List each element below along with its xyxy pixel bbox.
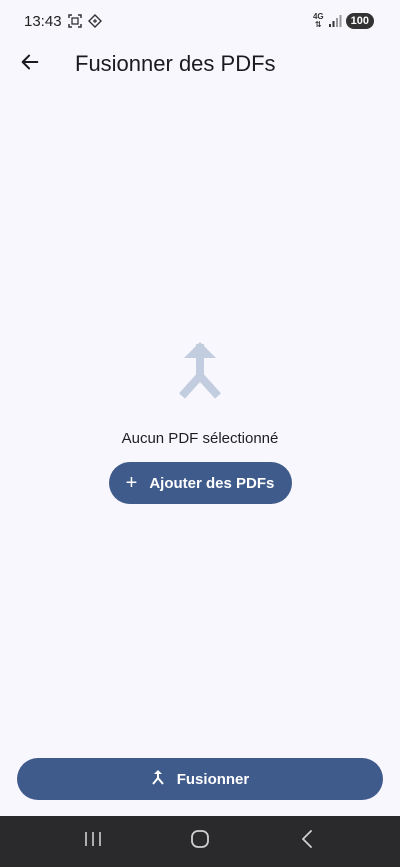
empty-message: Aucun PDF sélectionné [121,430,279,447]
nav-bar [0,816,400,867]
status-right: 4G ⇅ 100 [313,13,374,29]
screenshot-icon [67,14,82,28]
signal-icon [328,14,342,28]
app-bar: Fusionner des PDFs [0,42,400,86]
screen: 13:43 4G ⇅ 100 Fusionner des PDFs Aucun … [0,0,400,867]
page-title: Fusionner des PDFs [75,51,276,76]
battery-indicator: 100 [345,13,374,29]
merge-label: Fusionner [176,770,250,788]
recent-apps-button[interactable] [73,822,113,862]
home-button[interactable] [180,822,220,862]
home-icon [190,829,210,854]
recent-apps-icon [84,831,102,852]
merge-button[interactable]: Fusionner [17,758,383,800]
status-left: 13:43 [24,13,102,30]
back-button[interactable] [10,44,50,84]
status-bar: 13:43 4G ⇅ 100 [0,0,400,42]
merge-icon [174,338,226,404]
merge-icon [151,769,165,789]
status-time: 13:43 [24,12,62,30]
add-pdfs-label: Ajouter des PDFs [149,474,275,492]
plus-icon: + [125,472,138,494]
add-pdfs-button[interactable]: + Ajouter des PDFs [108,462,292,504]
back-icon [301,830,313,853]
data-arrows-icon: ⇅ [314,20,322,29]
empty-state: Aucun PDF sélectionné + Ajouter des PDFs [0,338,400,504]
nfc-icon [87,14,102,28]
arrow-back-icon [19,51,41,78]
nav-back-button[interactable] [287,822,327,862]
network-indicator: 4G ⇅ [313,13,324,29]
